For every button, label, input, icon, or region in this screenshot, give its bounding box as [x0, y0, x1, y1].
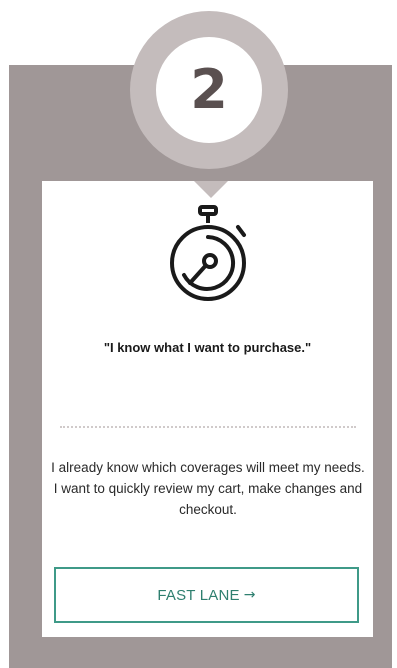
badge-pointer [194, 181, 228, 198]
stopwatch-icon [170, 205, 246, 301]
dotted-divider [60, 426, 356, 428]
step-badge: 2 [156, 37, 262, 143]
fast-lane-button[interactable]: FAST LANE → [54, 567, 359, 623]
card-headline: "I know what I want to purchase." [103, 340, 312, 355]
fast-lane-label: FAST LANE [157, 586, 240, 604]
step-number: 2 [190, 58, 228, 121]
card-description: I already know which coverages will meet… [51, 460, 365, 517]
arrow-right-icon: → [243, 587, 256, 603]
